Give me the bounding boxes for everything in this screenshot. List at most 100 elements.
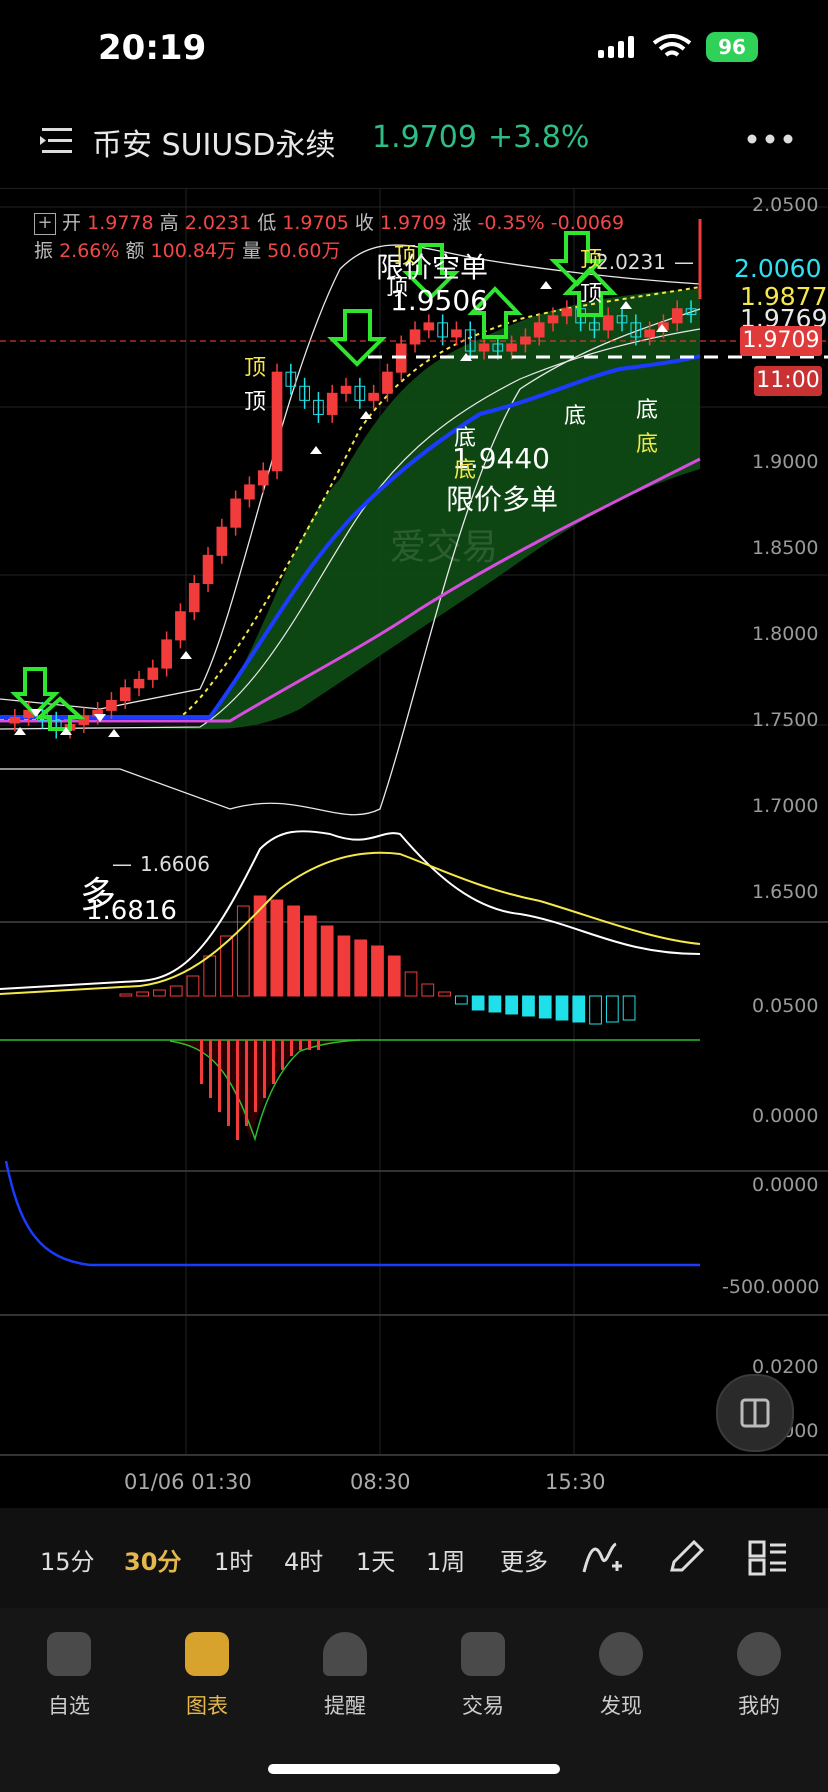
tab-label: 交易 <box>462 1694 504 1718</box>
indicator2-bar <box>299 1040 302 1050</box>
grid-layout-icon[interactable] <box>746 1538 790 1578</box>
price-axis-label: 1.9000 <box>752 451 819 473</box>
ind2-axis-label: -500.0000 <box>722 1276 820 1298</box>
top-label: 顶 <box>244 390 267 415</box>
stats-row: 振 2.66% 额 100.84万 量 50.60万 <box>34 236 341 263</box>
candle-body <box>230 498 241 528</box>
timeframe-1h[interactable]: 1时 <box>214 1542 253 1577</box>
pencil-icon[interactable] <box>664 1538 708 1578</box>
more-icon[interactable] <box>746 132 794 146</box>
time-axis-label: 01/06 01:30 <box>124 1470 252 1494</box>
fullscreen-toggle-button[interactable] <box>716 1374 794 1452</box>
cellular-signal-icon <box>598 36 638 58</box>
candle-body <box>271 371 283 472</box>
indicator2-bar <box>227 1040 230 1126</box>
trade-icon <box>461 1632 505 1676</box>
candle-body <box>547 315 559 324</box>
tab-label: 发现 <box>600 1694 642 1718</box>
macd-bar <box>186 975 200 997</box>
timeframe-1w[interactable]: 1周 <box>426 1542 465 1577</box>
macd-bar <box>253 895 267 997</box>
add-indicator-icon[interactable]: + <box>34 212 56 235</box>
timeframe-1d[interactable]: 1天 <box>356 1542 395 1577</box>
layout-toggle-icon <box>740 1398 770 1428</box>
top-label: 顶 <box>580 248 603 273</box>
candle-body <box>478 343 490 352</box>
top-label: 顶 <box>394 244 417 269</box>
amount-value: 100.84万 <box>150 240 237 262</box>
candle-body <box>257 470 269 486</box>
macd-axis-label: 0.0500 <box>752 995 819 1017</box>
candle-body <box>368 392 379 401</box>
candle-body <box>326 392 338 415</box>
indicator2-bar <box>272 1040 275 1084</box>
candle-body <box>216 526 228 556</box>
timeframe-15m[interactable]: 15分 <box>40 1542 95 1577</box>
candle-body <box>147 667 159 680</box>
macd-bar <box>304 915 317 997</box>
timeframe-4h[interactable]: 4时 <box>284 1542 323 1577</box>
change-pct: -0.35% <box>477 212 545 234</box>
indicator2-bar <box>263 1040 266 1098</box>
tab-watchlist[interactable]: 自选 <box>24 1632 114 1720</box>
macd-bar <box>488 995 502 1013</box>
price-chart[interactable]: 爱交易 <box>0 189 828 1479</box>
tab-chart[interactable]: 图表 <box>162 1632 252 1720</box>
candle-body <box>533 322 545 338</box>
macd-bar <box>605 995 619 1023</box>
bottom-label: 底 <box>454 458 477 483</box>
low-value: 1.9705 <box>282 212 349 234</box>
candle-body <box>602 315 614 331</box>
limit-long-label: 限价多单 <box>446 483 559 516</box>
macd-bar <box>169 985 183 997</box>
low-price-label: 1.6816 <box>86 896 177 926</box>
bell-icon <box>323 1632 367 1676</box>
candle-body <box>451 329 462 338</box>
menu-icon[interactable] <box>38 124 76 158</box>
indicator-draw-icon[interactable] <box>580 1538 624 1578</box>
symbol-title[interactable]: 币安 SUIUSD永续 <box>92 120 336 164</box>
candle-body <box>382 371 393 394</box>
countdown-tag: 11:00 <box>754 366 822 396</box>
timeframe-more[interactable]: 更多 <box>500 1542 548 1577</box>
high-mark-line: — <box>674 250 694 274</box>
wifi-icon <box>652 34 692 57</box>
macd-bar <box>119 993 133 997</box>
watchlist-icon <box>47 1632 91 1676</box>
candle-body <box>161 639 172 669</box>
macd-bar <box>471 995 485 1011</box>
macd-bar <box>438 991 451 997</box>
macd-bar <box>589 995 602 1025</box>
close-label: 收 <box>354 212 374 234</box>
timeframe-30m[interactable]: 30分 <box>124 1542 181 1577</box>
change-label: 涨 <box>452 212 472 234</box>
macd-bar <box>421 983 435 997</box>
tab-trade[interactable]: 交易 <box>438 1632 528 1720</box>
indicator2-bar <box>236 1040 239 1140</box>
macd-bar <box>454 995 468 1005</box>
high-label: 高 <box>159 212 179 234</box>
tab-discover[interactable]: 发现 <box>576 1632 666 1720</box>
candle-body <box>423 322 435 331</box>
tab-label: 我的 <box>738 1694 780 1718</box>
price-axis-label: 1.8500 <box>752 537 819 559</box>
open-label: 开 <box>62 212 82 234</box>
candle-body <box>340 385 352 394</box>
indicator2-bar <box>317 1040 320 1050</box>
candle-body <box>175 611 186 641</box>
change-abs: -0.0069 <box>550 212 625 234</box>
price-axis-label: 1.7500 <box>752 709 819 731</box>
discover-icon <box>599 1632 643 1676</box>
candle-body <box>409 329 421 345</box>
tab-label: 提醒 <box>324 1694 366 1718</box>
bottom-label: 底 <box>454 426 477 451</box>
candle-body <box>119 687 131 701</box>
profile-icon <box>737 1632 781 1676</box>
candle-body <box>133 678 145 689</box>
tab-alerts[interactable]: 提醒 <box>300 1632 390 1720</box>
tab-profile[interactable]: 我的 <box>714 1632 804 1720</box>
current-price-tag: 1.9709 <box>740 326 822 356</box>
status-bar: 20:19 96 <box>0 0 828 96</box>
ohlc-row: + 开 1.9778 高 2.0231 低 1.9705 收 1.9709 涨 … <box>34 208 624 235</box>
macd-bar <box>522 995 535 1017</box>
